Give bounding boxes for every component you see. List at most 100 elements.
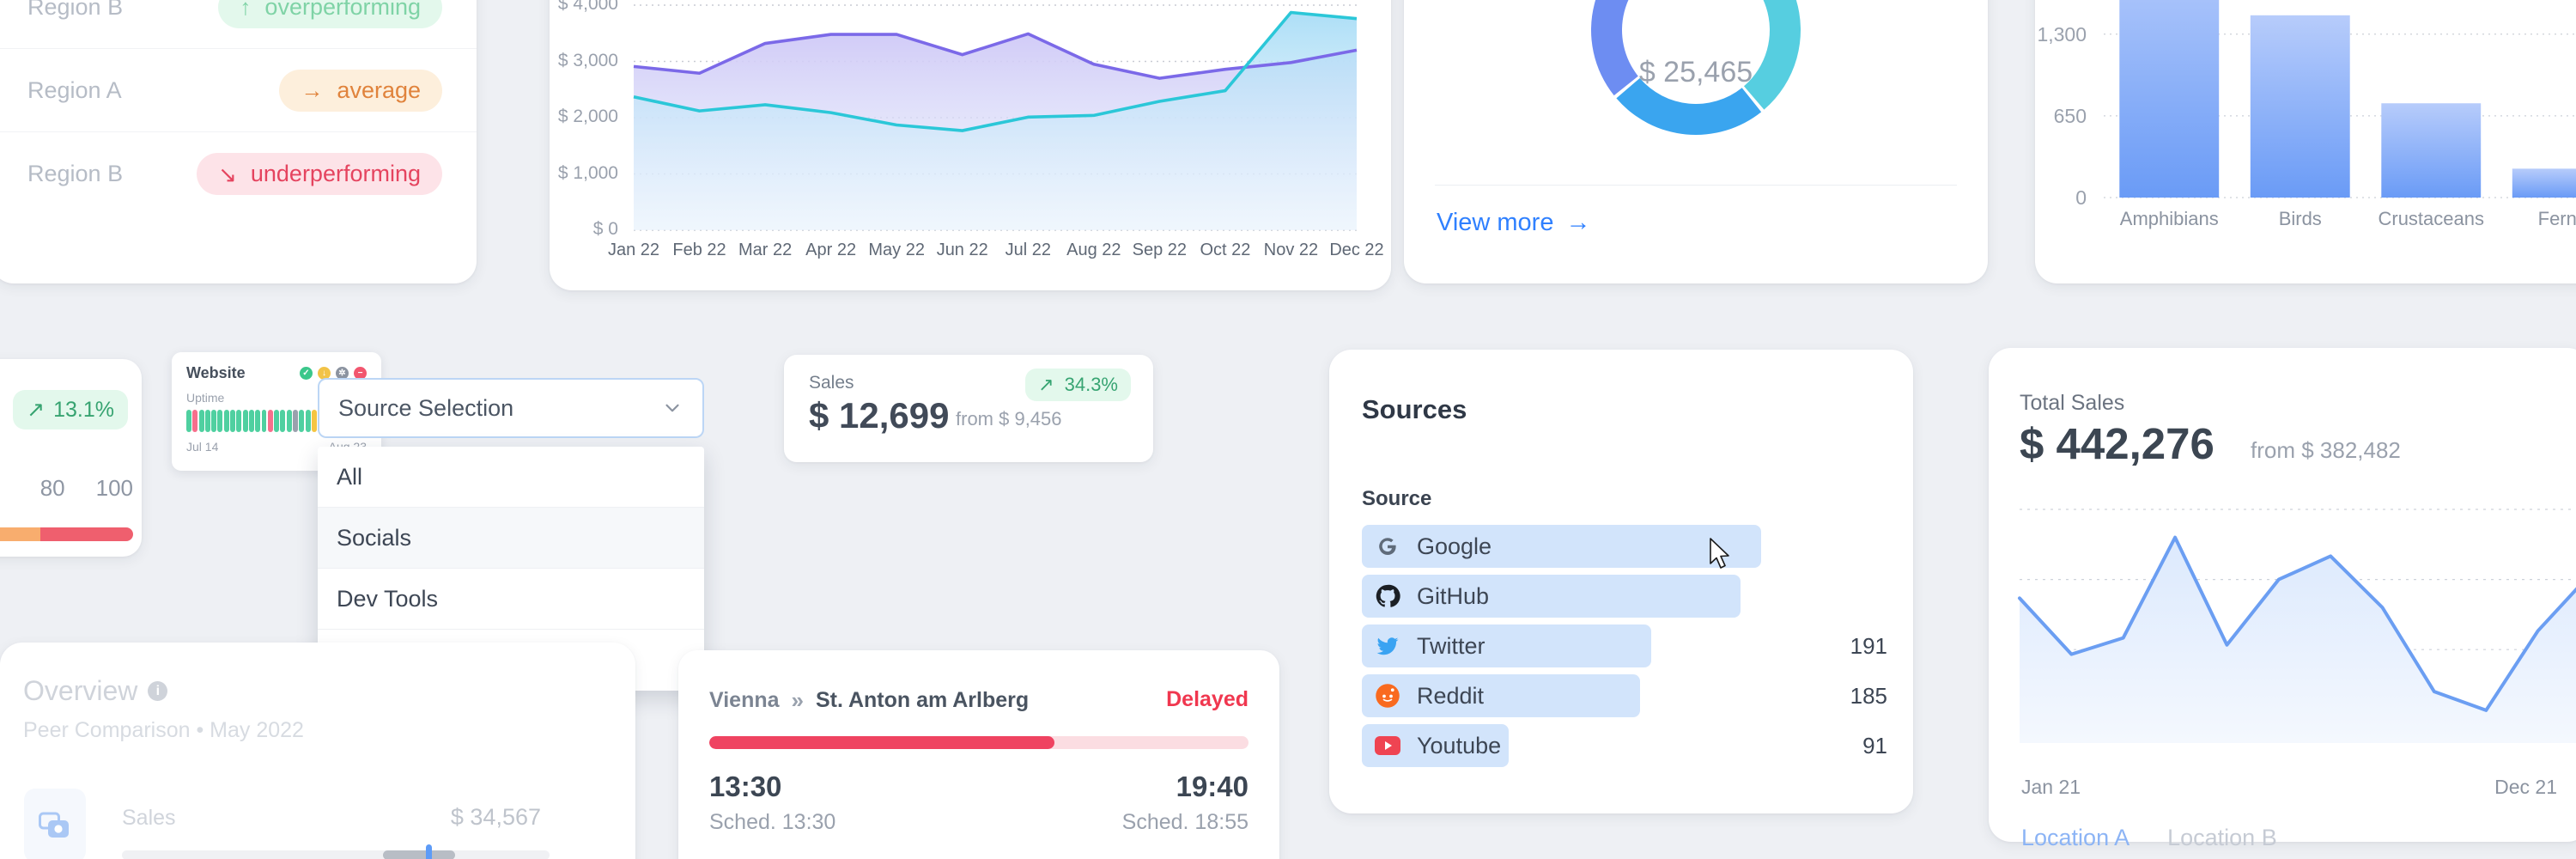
journey-destination: St. Anton am Arlberg (816, 688, 1030, 712)
journey-origin: Vienna (709, 688, 780, 712)
date-start: Jan 21 (2021, 776, 2081, 798)
x-tick-11: Dec 22 (1329, 241, 1384, 259)
bar-x-tick-1: Birds (2278, 208, 2322, 229)
region-name: Region B (27, 161, 124, 186)
date-end: Dec 21 (2494, 776, 2557, 798)
overview-row-label: Sales (122, 806, 176, 830)
bar-x-tick-0: Amphibians (2119, 208, 2219, 229)
gauge-delta-badge: ↗ 13.1% (13, 390, 128, 430)
uptime-bar[interactable] (204, 410, 210, 432)
journey-arrive-time: 19:40 (1176, 771, 1249, 802)
list-item[interactable]: Twitter 191 (1362, 621, 1887, 671)
uptime-bar[interactable] (299, 410, 305, 432)
view-more-label: View more (1437, 209, 1554, 236)
source-column-header: Source (1362, 487, 1432, 510)
gauge-tick-100: 100 (95, 475, 133, 501)
journey-depart-scheduled: Sched. 13:30 (709, 810, 836, 834)
uptime-bar[interactable] (248, 410, 254, 432)
source-select-trigger[interactable]: Source Selection (318, 378, 704, 438)
source-name: Reddit (1417, 682, 1485, 709)
table-row[interactable]: Region A → average (0, 49, 477, 132)
arrow-right-icon: → (301, 77, 324, 103)
uptime-bar[interactable] (280, 410, 286, 432)
revenue-area-chart-card: $ 4,000 $ 3,000 $ 2,000 $ 1,000 $ 0 Jan 22 Fe… (550, 0, 1391, 290)
source-list: Google GitHub Twitter 191 Reddit 185 Youtube 91 (1362, 521, 1887, 771)
arrow-up-icon: ↑ (240, 0, 252, 20)
uptime-bar[interactable] (236, 410, 242, 432)
gauge-track (0, 527, 133, 541)
page-title: Sources (1362, 394, 1467, 424)
uptime-bar[interactable] (267, 410, 273, 432)
uptime-bar[interactable] (261, 410, 267, 432)
chevron-double-right-icon: » (791, 687, 804, 713)
source-name: Twitter (1417, 632, 1485, 659)
dropdown-option-socials[interactable]: Socials (318, 508, 704, 569)
uptime-bar[interactable] (311, 410, 317, 432)
species-bar-chart-card: 1,9501,3006500 AmphibiansBirdsCrustacean… (2035, 0, 2576, 283)
y-tick-3: $ 1,000 (557, 162, 618, 183)
list-item[interactable]: GitHub (1362, 571, 1887, 621)
sources-card: Sources Source Google GitHub Twitter 191 Red… (1329, 350, 1913, 813)
source-select-value: Source Selection (338, 394, 514, 421)
region-name: Region B (27, 0, 124, 20)
overview-slider-knob[interactable] (425, 844, 432, 859)
bar-y-tick-3: 0 (2075, 186, 2087, 209)
bar-chart (2104, 0, 2576, 198)
divider (1435, 185, 1957, 186)
journey-status-card: Vienna » St. Anton am Arlberg Delayed 13… (678, 650, 1279, 859)
y-tick-0: $ 4,000 (557, 0, 618, 14)
bar-x-tick-3: Ferns (2537, 208, 2576, 229)
donut-center-value: $ 25,465 (1638, 56, 1753, 88)
status-badge: ↘ underperforming (197, 153, 442, 195)
overview-slider-fill (382, 850, 456, 859)
table-row[interactable]: Region B ↑ overperforming (0, 0, 477, 49)
region-name: Region A (27, 76, 122, 103)
source-name: GitHub (1417, 582, 1490, 609)
check-icon[interactable]: ✓ (300, 367, 313, 380)
source-label-group: Reddit (1362, 682, 1484, 710)
source-value: 191 (1850, 632, 1887, 659)
table-row[interactable]: Region B ↘ underperforming (0, 132, 477, 216)
google-logo (1374, 533, 1401, 560)
uptime-bar[interactable] (217, 410, 223, 432)
total-sales-previous-value: from $ 382,482 (2251, 437, 2401, 463)
page-title: Overview i (23, 675, 168, 707)
source-value: 91 (1862, 732, 1887, 758)
uptime-bar[interactable] (242, 410, 248, 432)
overview-comparison-slider[interactable] (122, 844, 550, 859)
uptime-bar[interactable] (230, 410, 235, 432)
dropdown-option-all[interactable]: All (318, 447, 704, 508)
uptime-bar[interactable] (293, 410, 298, 432)
list-item[interactable]: Google (1362, 521, 1887, 571)
tab-location-a[interactable]: Location A (2021, 825, 2129, 851)
github-logo (1374, 582, 1401, 610)
uptime-bar[interactable] (286, 410, 292, 432)
bar-y-tick-2: 650 (2053, 104, 2087, 127)
tab-location-b[interactable]: Location B (2167, 825, 2277, 851)
uptime-bar[interactable] (274, 410, 280, 432)
chevron-down-icon (665, 404, 679, 412)
list-item[interactable]: Reddit 185 (1362, 671, 1887, 721)
uptime-bar[interactable] (255, 410, 261, 432)
y-tick-1: $ 3,000 (557, 50, 618, 70)
overview-title-label: Overview (23, 675, 138, 706)
arrow-right-icon: → (1565, 209, 1591, 236)
dropdown-option-dev-tools[interactable]: Dev Tools (318, 569, 704, 630)
uptime-bar[interactable] (305, 410, 311, 432)
uptime-label: Uptime (186, 391, 225, 405)
sales-previous-value: from $ 9,456 (956, 408, 1062, 430)
view-more-link[interactable]: View more → (1437, 209, 1590, 237)
uptime-date-start: Jul 14 (186, 440, 219, 454)
sales-label: Sales (809, 373, 854, 393)
uptime-bar[interactable] (186, 410, 191, 432)
source-name: Google (1417, 533, 1492, 559)
y-tick-2: $ 2,000 (557, 107, 618, 126)
list-item[interactable]: Youtube 91 (1362, 721, 1887, 771)
uptime-bar[interactable] (198, 410, 204, 432)
uptime-bar[interactable] (192, 410, 198, 432)
info-icon[interactable]: i (148, 681, 168, 701)
y-tick-4: $ 0 (592, 219, 618, 239)
journey-route: Vienna » St. Anton am Arlberg (709, 687, 1029, 714)
uptime-bar[interactable] (223, 410, 229, 432)
uptime-bar[interactable] (211, 410, 217, 432)
